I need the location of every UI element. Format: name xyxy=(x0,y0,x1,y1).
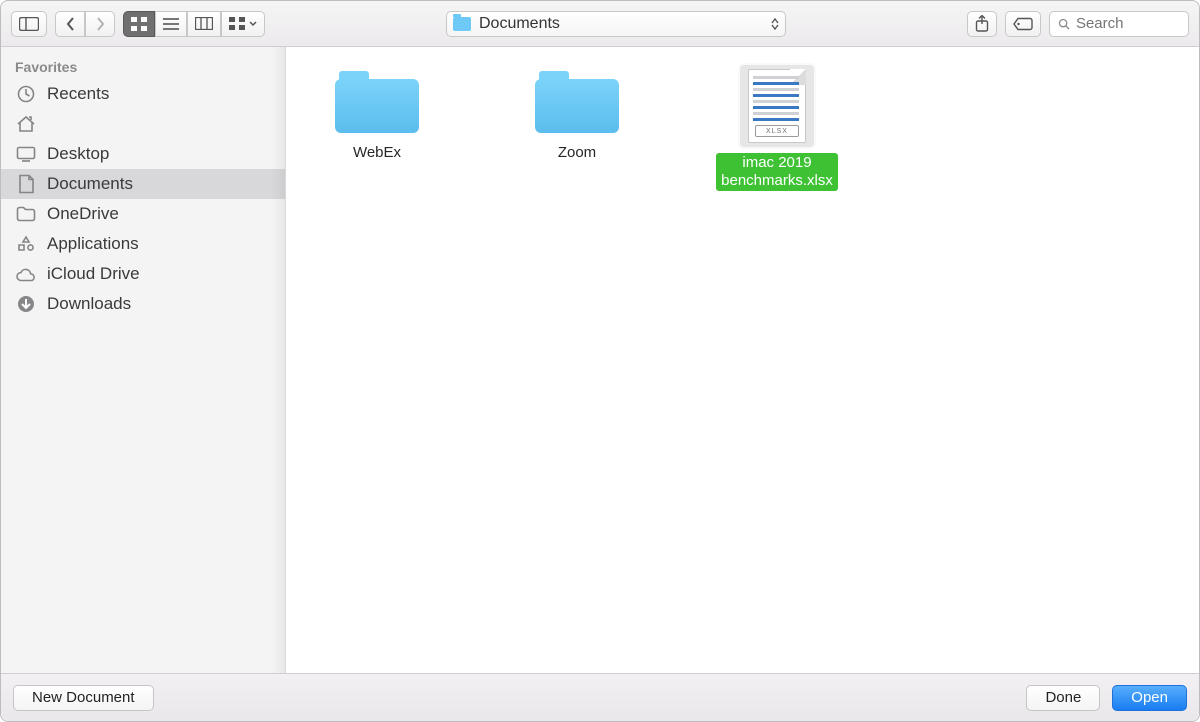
sidebar-item-label: Downloads xyxy=(47,294,131,314)
view-switcher xyxy=(123,11,265,37)
footer: New Document Done Open xyxy=(1,673,1199,721)
list-icon xyxy=(163,18,179,30)
folder-icon xyxy=(453,17,471,31)
gallery-icon xyxy=(229,17,245,30)
grid-icon xyxy=(131,17,147,31)
sidebar-item-label: Applications xyxy=(47,234,139,254)
stepper-icon xyxy=(771,18,779,30)
sidebar-toggle-button[interactable] xyxy=(11,11,47,37)
finder-open-dialog: Documents Favorites Recen xyxy=(0,0,1200,722)
list-view-button[interactable] xyxy=(155,11,187,37)
folder-icon xyxy=(335,69,419,133)
desktop-icon xyxy=(15,144,37,164)
sidebar-section-title: Favorites xyxy=(1,57,285,79)
folder-icon xyxy=(15,204,37,224)
path-popup[interactable]: Documents xyxy=(446,11,786,37)
nav-buttons xyxy=(55,11,115,37)
spreadsheet-icon: XLSX xyxy=(748,69,806,143)
sidebar-item-home[interactable] xyxy=(1,109,285,139)
sidebar-scroll-edge xyxy=(271,47,285,673)
documents-icon xyxy=(15,174,37,194)
column-view-button[interactable] xyxy=(187,11,221,37)
sidebar-item-desktop[interactable]: Desktop xyxy=(1,139,285,169)
sidebar: Favorites Recents Desktop xyxy=(1,47,286,673)
file-label: WebEx xyxy=(348,143,406,163)
sidebar-item-documents[interactable]: Documents xyxy=(1,169,285,199)
tags-button[interactable] xyxy=(1005,11,1041,37)
downloads-icon xyxy=(15,294,37,314)
file-item-folder[interactable]: Zoom xyxy=(512,65,642,163)
folder-icon xyxy=(535,69,619,133)
search-field[interactable] xyxy=(1049,11,1189,37)
sidebar-item-label: iCloud Drive xyxy=(47,264,140,284)
file-type-badge: XLSX xyxy=(755,125,799,137)
cloud-icon xyxy=(15,264,37,284)
sidebar-item-recents[interactable]: Recents xyxy=(1,79,285,109)
path-label: Documents xyxy=(479,15,763,33)
file-item-xlsx[interactable]: XLSX imac 2019 benchmarks.xlsx xyxy=(712,65,842,191)
file-label: Zoom xyxy=(553,143,601,163)
share-button[interactable] xyxy=(967,11,997,37)
open-button[interactable]: Open xyxy=(1112,685,1187,711)
done-button[interactable]: Done xyxy=(1026,685,1100,711)
button-label: Done xyxy=(1045,689,1081,706)
sidebar-item-label: Recents xyxy=(47,84,109,104)
button-label: Open xyxy=(1131,689,1168,706)
back-button[interactable] xyxy=(55,11,85,37)
clock-icon xyxy=(15,84,37,104)
sidebar-item-downloads[interactable]: Downloads xyxy=(1,289,285,319)
sidebar-item-applications[interactable]: Applications xyxy=(1,229,285,259)
new-document-button[interactable]: New Document xyxy=(13,685,154,711)
tag-icon xyxy=(1013,17,1033,31)
forward-button[interactable] xyxy=(85,11,115,37)
chevron-down-icon xyxy=(249,21,257,27)
chevron-left-icon xyxy=(66,17,75,31)
icon-view-button[interactable] xyxy=(123,11,155,37)
search-icon xyxy=(1058,17,1070,31)
sidebar-item-icloud[interactable]: iCloud Drive xyxy=(1,259,285,289)
button-label: New Document xyxy=(32,689,135,706)
sidebar-item-label: OneDrive xyxy=(47,204,119,224)
file-item-folder[interactable]: WebEx xyxy=(312,65,442,163)
sidebar-icon xyxy=(19,17,39,31)
home-icon xyxy=(15,114,37,134)
sidebar-item-onedrive[interactable]: OneDrive xyxy=(1,199,285,229)
chevron-right-icon xyxy=(96,17,105,31)
sidebar-item-label: Documents xyxy=(47,174,133,194)
body: Favorites Recents Desktop xyxy=(1,47,1199,673)
applications-icon xyxy=(15,234,37,254)
sidebar-item-label: Desktop xyxy=(47,144,109,164)
file-label: imac 2019 benchmarks.xlsx xyxy=(716,153,838,191)
file-grid: WebEx Zoom XLSX imac 2019 benchmarks.xls… xyxy=(286,47,1199,673)
toolbar: Documents xyxy=(1,1,1199,47)
share-icon xyxy=(975,15,989,32)
gallery-view-button[interactable] xyxy=(221,11,265,37)
columns-icon xyxy=(195,17,213,30)
search-input[interactable] xyxy=(1076,15,1180,32)
